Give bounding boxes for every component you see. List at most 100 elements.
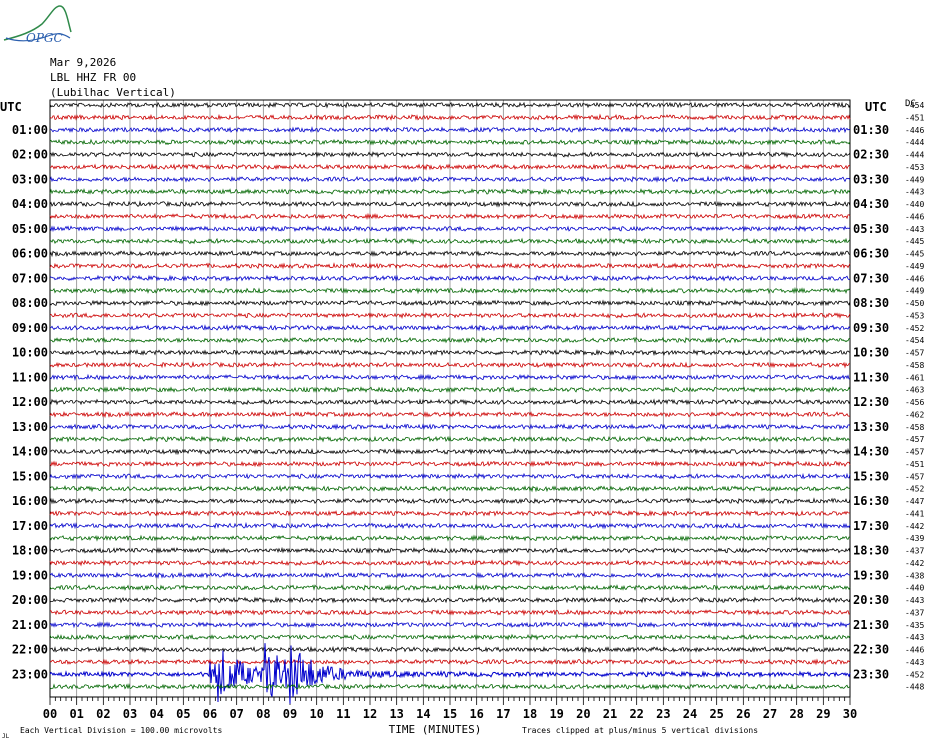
x-tick-label: 18	[523, 707, 537, 721]
x-tick-label: 22	[629, 707, 643, 721]
dc-offset-label: -446	[905, 274, 924, 283]
left-hour-label: 08:00	[12, 296, 48, 310]
left-hour-label: 13:00	[12, 420, 48, 434]
dc-offset-label: -452	[905, 670, 924, 679]
dc-offset-label: -443	[905, 596, 924, 605]
left-utc-title: UTC	[0, 100, 22, 114]
right-hour-label: 15:30	[853, 469, 889, 483]
x-tick-label: 23	[656, 707, 670, 721]
left-hour-label: 22:00	[12, 643, 48, 657]
right-utc-title: UTC	[865, 100, 887, 114]
dc-offset-label: -446	[905, 646, 924, 655]
dc-offset-label: -457	[905, 435, 924, 444]
dc-offset-label: -440	[905, 584, 924, 593]
x-tick-label: 27	[763, 707, 777, 721]
left-hour-label: 21:00	[12, 618, 48, 632]
dc-offset-label: -443	[905, 658, 924, 667]
x-tick-label: 25	[709, 707, 723, 721]
dc-offset-label: -443	[905, 633, 924, 642]
right-hour-label: 02:30	[853, 148, 889, 162]
left-hour-label: 15:00	[12, 469, 48, 483]
dc-offset-label: -457	[905, 349, 924, 358]
x-tick-label: 19	[549, 707, 563, 721]
right-hour-label: 17:30	[853, 519, 889, 533]
x-tick-label: 07	[229, 707, 243, 721]
x-tick-label: 24	[683, 707, 697, 721]
right-hour-label: 22:30	[853, 643, 889, 657]
x-tick-label: 21	[603, 707, 617, 721]
right-hour-label: 03:30	[853, 172, 889, 186]
right-hour-label: 19:30	[853, 568, 889, 582]
left-hour-label: 14:00	[12, 445, 48, 459]
dc-offset-label: -442	[905, 522, 924, 531]
dc-offset-label: -461	[905, 373, 924, 382]
x-tick-label: 10	[309, 707, 323, 721]
dc-offset-label: -437	[905, 547, 924, 556]
dc-offset-label: -440	[905, 200, 924, 209]
right-hour-label: 07:30	[853, 271, 889, 285]
dc-offset-label: -437	[905, 608, 924, 617]
left-hour-label: 16:00	[12, 494, 48, 508]
x-tick-label: 09	[283, 707, 297, 721]
x-tick-label: 04	[149, 707, 163, 721]
left-hour-label: 02:00	[12, 148, 48, 162]
dc-offset-label: -463	[905, 386, 924, 395]
dc-offset-label: -449	[905, 175, 924, 184]
dc-offset-label: -449	[905, 262, 924, 271]
right-hour-label: 08:30	[853, 296, 889, 310]
x-tick-label: 11	[336, 707, 350, 721]
right-hour-label: 21:30	[853, 618, 889, 632]
left-hour-label: 03:00	[12, 172, 48, 186]
right-hour-label: 06:30	[853, 247, 889, 261]
left-hour-label: 18:00	[12, 544, 48, 558]
helicorder-chart: UTC UTC DC01:0002:0003:0004:0005:0006:0007…	[0, 99, 924, 740]
left-hour-label: 04:00	[12, 197, 48, 211]
dc-offset-label: -453	[905, 311, 924, 320]
left-hour-label: 06:00	[12, 247, 48, 261]
x-tick-label: 02	[96, 707, 110, 721]
dc-offset-label: -451	[905, 460, 924, 469]
dc-offset-label: -446	[905, 212, 924, 221]
right-hour-label: 13:30	[853, 420, 889, 434]
x-tick-label: 05	[176, 707, 190, 721]
x-axis-label: TIME (MINUTES)	[389, 723, 482, 736]
dc-offset-label: -435	[905, 621, 924, 630]
left-hour-label: 12:00	[12, 395, 48, 409]
right-hour-label: 18:30	[853, 544, 889, 558]
x-tick-label: 12	[363, 707, 377, 721]
dc-offset-label: -446	[905, 126, 924, 135]
dc-offset-label: -441	[905, 509, 924, 518]
x-tick-label: 26	[736, 707, 750, 721]
x-tick-label: 08	[256, 707, 270, 721]
x-tick-label: 20	[576, 707, 590, 721]
right-hour-label: 10:30	[853, 346, 889, 360]
left-hour-label: 07:00	[12, 271, 48, 285]
dc-offset-label: -439	[905, 534, 924, 543]
dc-offset-label: -457	[905, 448, 924, 457]
x-tick-label: 00	[43, 707, 57, 721]
dc-offset-label: -454	[905, 101, 924, 110]
right-hour-label: 11:30	[853, 370, 889, 384]
dc-offset-label: -453	[905, 163, 924, 172]
dc-offset-label: -462	[905, 410, 924, 419]
dc-offset-label: -444	[905, 151, 924, 160]
footer-clip-note: Traces clipped at plus/minus 5 vertical …	[522, 726, 758, 735]
dc-offset-label: -452	[905, 324, 924, 333]
left-hour-label: 17:00	[12, 519, 48, 533]
dc-offset-label: -438	[905, 571, 924, 580]
left-hour-label: 19:00	[12, 568, 48, 582]
footer-corner-mark: JL	[2, 733, 10, 740]
dc-offset-label: -450	[905, 299, 924, 308]
dc-offset-label: -449	[905, 287, 924, 296]
left-hour-label: 09:00	[12, 321, 48, 335]
right-hour-label: 23:30	[853, 667, 889, 681]
dc-offset-label: -454	[905, 336, 924, 345]
right-hour-label: 20:30	[853, 593, 889, 607]
dc-offset-label: -451	[905, 113, 924, 122]
dc-offset-label: -458	[905, 423, 924, 432]
x-tick-label: 30	[843, 707, 857, 721]
x-tick-label: 15	[443, 707, 457, 721]
right-hour-label: 16:30	[853, 494, 889, 508]
dc-offset-label: -448	[905, 683, 924, 692]
x-tick-label: 13	[389, 707, 403, 721]
